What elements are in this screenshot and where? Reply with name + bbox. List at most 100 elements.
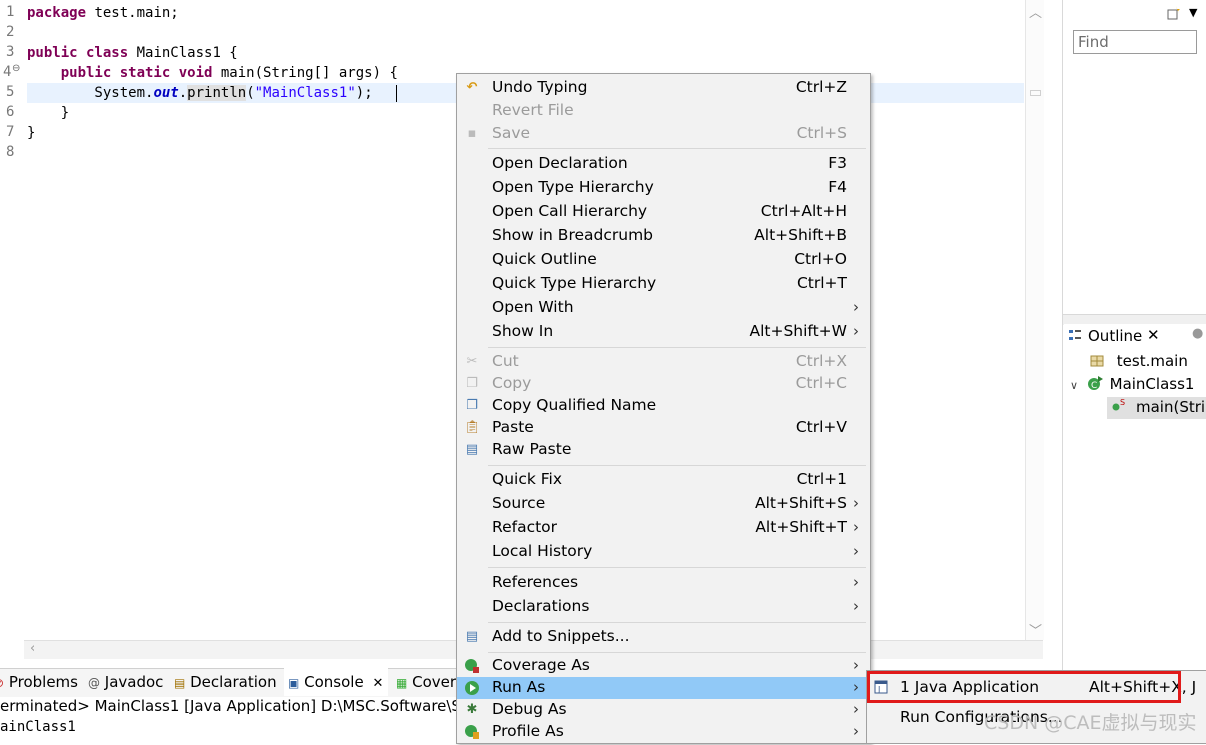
undo-icon: ↶ [466, 80, 478, 95]
fold-icon[interactable]: ⊖ [12, 63, 20, 74]
scroll-left-icon[interactable]: ‹ [30, 641, 35, 656]
menu-item-copy-qualified-name[interactable]: ❐ Copy Qualified Name [457, 395, 870, 417]
annotation-red-box [867, 671, 1181, 703]
code-line[interactable]: package test.main; [27, 3, 179, 23]
tree-item-method[interactable]: S main(Strin [1107, 397, 1206, 419]
tab-console[interactable]: ▣ Console ✕ [288, 673, 383, 691]
tab-declaration[interactable]: ▤ Declaration [174, 673, 277, 691]
collapse-all-icon[interactable]: ● [1192, 326, 1203, 341]
menu-separator [488, 465, 866, 466]
tree-item-class[interactable]: ∨ C MainClass1 [1070, 375, 1194, 393]
copy-qualified-name-icon: ❐ [466, 398, 478, 413]
text-caret [396, 85, 397, 102]
run-icon [464, 680, 480, 696]
menu-item-copy[interactable]: ❐ Copy Ctrl+C [457, 373, 870, 395]
outline-title: Outline [1088, 327, 1143, 345]
tab-outline[interactable]: Outline ✕ ● [1064, 324, 1206, 350]
tree-item-package[interactable]: test.main [1090, 352, 1188, 370]
menu-separator [488, 148, 866, 149]
right-side-panels [1062, 0, 1206, 740]
menu-item-coverage-as[interactable]: Coverage As › [457, 655, 870, 677]
declaration-icon: ▤ [174, 676, 186, 690]
menu-item-show-in-breadcrumb[interactable]: Show in Breadcrumb Alt+Shift+B [457, 225, 870, 247]
menu-item-add-to-snippets[interactable]: ▤ Add to Snippets... [457, 626, 870, 648]
menu-item-declarations[interactable]: Declarations › [457, 596, 870, 618]
profile-icon [464, 724, 480, 740]
menu-item-undo-typing[interactable]: ↶ Undo Typing Ctrl+Z [457, 77, 870, 99]
submenu-arrow-icon: › [853, 573, 859, 591]
new-task-icon[interactable] [1167, 6, 1181, 20]
line-number: 5 [6, 84, 15, 100]
code-line[interactable]: public class MainClass1 { [27, 43, 238, 63]
code-line[interactable]: } [27, 103, 69, 123]
svg-text:C: C [1091, 381, 1097, 391]
snippets-icon: ▤ [465, 629, 479, 644]
menu-item-source[interactable]: Source Alt+Shift+S › [457, 493, 870, 515]
menu-item-run-as[interactable]: Run As › [457, 677, 870, 699]
debug-bug-icon: ✱ [466, 702, 478, 717]
submenu-arrow-icon: › [853, 518, 859, 536]
chevron-down-icon[interactable]: ∨ [1070, 379, 1078, 392]
menu-item-paste[interactable]: 📋︎ Paste Ctrl+V [457, 417, 870, 439]
submenu-arrow-icon: › [853, 678, 859, 696]
scroll-up-icon[interactable]: ︿ [1029, 2, 1042, 21]
line-number: 8 [6, 144, 15, 160]
menu-separator [488, 347, 866, 348]
watermark: CSDN @CAE虚拟与现实 [984, 712, 1197, 734]
menu-item-debug-as[interactable]: ✱ Debug As › [457, 699, 870, 721]
code-line-current[interactable]: System.out.println("MainClass1"); [27, 83, 373, 103]
menu-separator [488, 652, 866, 653]
package-icon [1090, 354, 1104, 368]
menu-item-revert-file[interactable]: Revert File [457, 100, 870, 122]
line-number: 7 [6, 124, 15, 140]
save-icon: ▪ [467, 126, 477, 141]
tab-coverage[interactable]: ▦ Cover [396, 673, 456, 691]
menu-item-local-history[interactable]: Local History › [457, 541, 870, 563]
view-menu-chevron-down-icon[interactable]: ▼ [1189, 6, 1197, 19]
paste-icon: 📋︎ [464, 420, 481, 435]
find-input[interactable]: Find [1073, 30, 1197, 54]
submenu-arrow-icon: › [853, 542, 859, 560]
menu-item-open-declaration[interactable]: Open Declaration F3 [457, 153, 870, 175]
console-output[interactable]: erminated> MainClass1 [Java Application]… [0, 697, 480, 742]
menu-item-show-in[interactable]: Show In Alt+Shift+W › [457, 321, 870, 343]
submenu-arrow-icon: › [853, 298, 859, 316]
code-line[interactable]: } [27, 123, 35, 143]
menu-item-open-with[interactable]: Open With › [457, 297, 870, 319]
menu-item-quick-outline[interactable]: Quick Outline Ctrl+O [457, 249, 870, 271]
class-icon: C [1087, 376, 1103, 392]
menu-item-cut[interactable]: ✂ Cut Ctrl+X [457, 351, 870, 373]
menu-item-quick-type-hierarchy[interactable]: Quick Type Hierarchy Ctrl+T [457, 273, 870, 295]
close-icon[interactable]: ✕ [1147, 326, 1160, 344]
menu-separator [488, 567, 866, 568]
menu-item-raw-paste[interactable]: ▤ Raw Paste [457, 439, 870, 461]
vertical-scrollbar[interactable]: ︿ ﹀ [1025, 0, 1044, 640]
code-line[interactable]: public static void main(String[] args) { [27, 63, 398, 83]
console-icon: ▣ [288, 676, 300, 690]
menu-item-quick-fix[interactable]: Quick Fix Ctrl+1 [457, 469, 870, 491]
outline-icon [1068, 328, 1082, 342]
close-icon[interactable]: ✕ [372, 676, 383, 691]
line-number: 1 [6, 4, 15, 20]
tab-javadoc[interactable]: @ Javadoc [88, 673, 163, 691]
line-number: 6 [6, 104, 15, 120]
line-number-gutter: 1 2 3 4 ⊖ 5 6 7 8 [0, 0, 24, 640]
submenu-arrow-icon: › [853, 722, 859, 740]
menu-item-references[interactable]: References › [457, 572, 870, 594]
menu-item-refactor[interactable]: Refactor Alt+Shift+T › [457, 517, 870, 539]
context-menu: ↶ Undo Typing Ctrl+Z Revert File ▪ Save … [456, 73, 871, 744]
scroll-thumb[interactable] [1030, 90, 1041, 96]
submenu-arrow-icon: › [853, 597, 859, 615]
menu-item-open-type-hierarchy[interactable]: Open Type Hierarchy F4 [457, 177, 870, 199]
submenu-arrow-icon: › [853, 322, 859, 340]
menu-item-profile-as[interactable]: Profile As › [457, 721, 870, 743]
menu-item-open-call-hierarchy[interactable]: Open Call Hierarchy Ctrl+Alt+H [457, 201, 870, 223]
coverage-icon: ▦ [396, 676, 408, 690]
scroll-down-icon[interactable]: ﹀ [1029, 620, 1042, 639]
console-status-line: erminated> MainClass1 [Java Application]… [0, 697, 480, 715]
menu-item-save[interactable]: ▪ Save Ctrl+S [457, 123, 870, 145]
copy-icon: ❐ [466, 376, 478, 391]
line-number: 2 [6, 24, 15, 40]
console-output-line: ainClass1 [0, 719, 76, 735]
tab-problems[interactable]: ⊘ Problems [0, 673, 78, 691]
